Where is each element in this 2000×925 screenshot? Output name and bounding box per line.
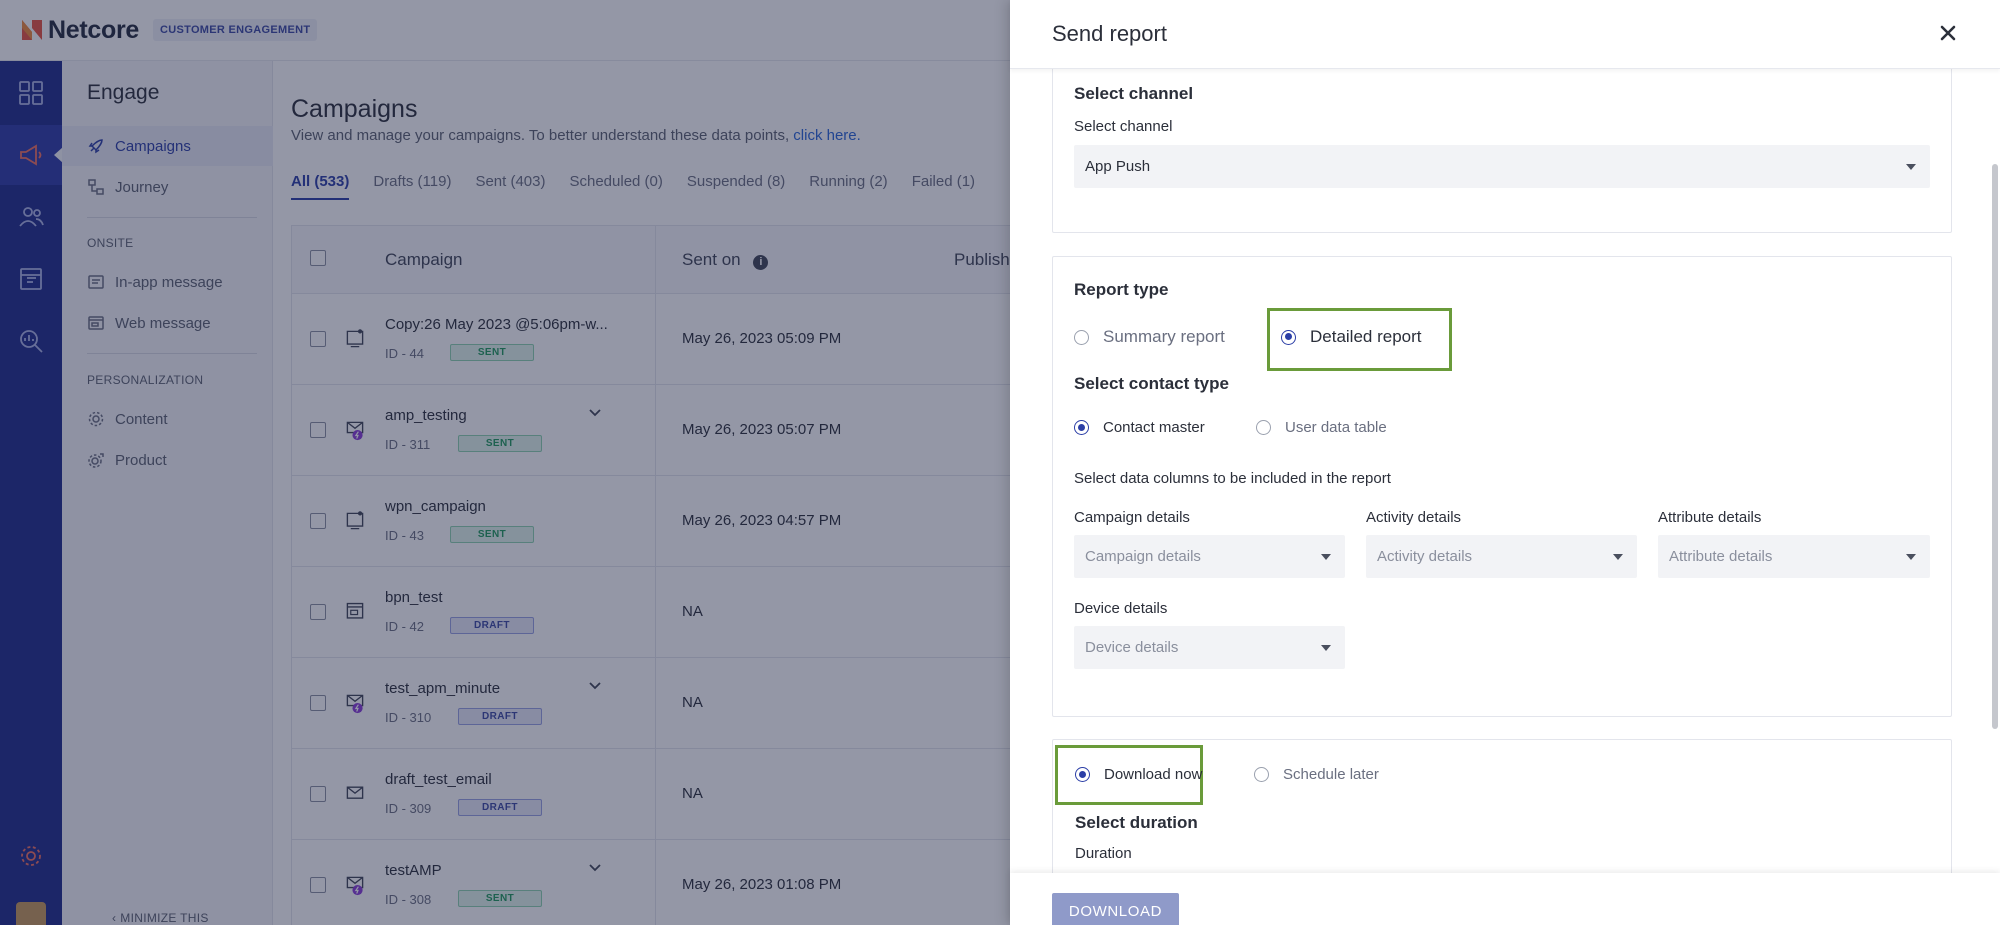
radio-download-now[interactable]: Download now xyxy=(1075,766,1202,783)
radio-label: Contact master xyxy=(1103,419,1205,436)
radio-label: Schedule later xyxy=(1283,766,1379,783)
drawer-scrollbar[interactable] xyxy=(1992,164,1998,729)
campaign-details-select[interactable]: Campaign details xyxy=(1074,535,1345,578)
device-details-label: Device details xyxy=(1074,600,1168,617)
caret-down-icon xyxy=(1906,554,1916,560)
radio-circle xyxy=(1256,420,1271,435)
radio-label: Summary report xyxy=(1103,327,1225,346)
delivery-card: Download now Schedule later Select durat… xyxy=(1052,739,1952,873)
channel-select[interactable]: App Push xyxy=(1074,145,1930,188)
channel-select-value: App Push xyxy=(1085,158,1151,175)
radio-circle xyxy=(1074,329,1089,345)
drawer-footer: DOWNLOAD xyxy=(1010,873,2000,925)
radio-circle xyxy=(1281,329,1296,345)
activity-details-label: Activity details xyxy=(1366,509,1462,526)
duration-label: Duration xyxy=(1075,845,1132,862)
attribute-details-label: Attribute details xyxy=(1658,509,1762,526)
select-placeholder: Campaign details xyxy=(1085,548,1201,565)
radio-contact-master[interactable]: Contact master xyxy=(1074,419,1205,436)
drawer-header: Send report xyxy=(1010,0,2000,69)
campaign-details-label: Campaign details xyxy=(1074,509,1190,526)
radio-detailed-report[interactable]: Detailed report xyxy=(1281,327,1422,347)
close-icon[interactable] xyxy=(1936,21,1960,45)
drawer-title: Send report xyxy=(1052,21,1167,46)
caret-down-icon xyxy=(1613,554,1623,560)
device-details-select[interactable]: Device details xyxy=(1074,626,1345,669)
caret-down-icon xyxy=(1321,645,1331,651)
select-placeholder: Activity details xyxy=(1377,548,1473,565)
download-button[interactable]: DOWNLOAD xyxy=(1052,893,1179,925)
caret-down-icon xyxy=(1906,164,1916,170)
send-report-drawer: Send report Select channel Select channe… xyxy=(1010,0,2000,925)
channel-section-title: Select channel xyxy=(1074,84,1194,103)
select-placeholder: Device details xyxy=(1085,639,1179,656)
drawer-body[interactable]: Select channel Select channel App Push R… xyxy=(1010,69,2000,873)
modal-backdrop[interactable] xyxy=(0,0,1010,925)
report-details-card: Report type Summary report Detailed repo… xyxy=(1052,256,1952,717)
channel-field-label: Select channel xyxy=(1074,118,1173,135)
radio-schedule-later[interactable]: Schedule later xyxy=(1254,766,1379,783)
contact-type-title: Select contact type xyxy=(1074,374,1229,393)
activity-details-select[interactable]: Activity details xyxy=(1366,535,1637,578)
radio-label: Download now xyxy=(1104,766,1203,783)
radio-circle xyxy=(1254,767,1269,782)
caret-down-icon xyxy=(1321,554,1331,560)
duration-section-title: Select duration xyxy=(1075,813,1198,832)
select-placeholder: Attribute details xyxy=(1669,548,1773,565)
radio-summary-report[interactable]: Summary report xyxy=(1074,327,1225,347)
radio-label: Detailed report xyxy=(1310,327,1422,346)
channel-card: Select channel Select channel App Push xyxy=(1052,69,1952,233)
report-type-title: Report type xyxy=(1074,280,1169,299)
radio-label: User data table xyxy=(1285,419,1387,436)
radio-circle xyxy=(1074,420,1089,435)
attribute-details-select[interactable]: Attribute details xyxy=(1658,535,1930,578)
radio-user-data-table[interactable]: User data table xyxy=(1256,419,1387,436)
radio-circle xyxy=(1075,767,1090,782)
columns-hint: Select data columns to be included in th… xyxy=(1074,470,1391,487)
